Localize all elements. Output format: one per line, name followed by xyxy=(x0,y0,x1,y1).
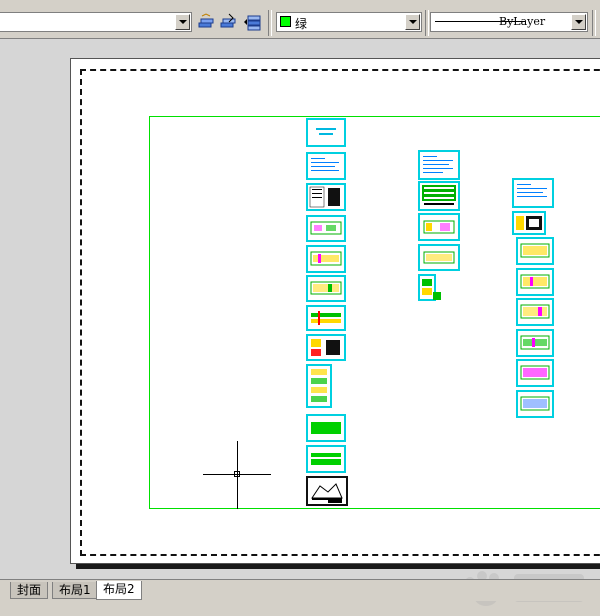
linetype-dropdown[interactable]: ByLayer xyxy=(430,12,588,32)
drawing-sheet[interactable] xyxy=(306,445,346,473)
dropdown-arrow-icon[interactable] xyxy=(405,14,420,30)
drawing-sheet[interactable] xyxy=(306,275,346,302)
color-swatch xyxy=(280,16,291,27)
layer-states-icon[interactable] xyxy=(196,12,216,32)
drawing-sheet[interactable] xyxy=(306,152,346,180)
layer-dropdown[interactable] xyxy=(0,12,192,32)
linetype-value: ByLayer xyxy=(499,15,546,28)
drawing-sheet[interactable] xyxy=(516,268,554,296)
dropdown-arrow-icon[interactable] xyxy=(571,14,586,30)
drawing-sheet[interactable] xyxy=(512,211,546,235)
drawing-sheet[interactable] xyxy=(306,334,346,361)
detail-fragment xyxy=(433,292,441,300)
drawing-sheet[interactable] xyxy=(512,178,554,208)
layer-previous-icon[interactable] xyxy=(242,12,262,32)
toolbar-separator xyxy=(268,10,272,36)
make-layer-current-icon[interactable] xyxy=(219,12,239,32)
layout-tab-bar: 封面 布局1 布局2 xyxy=(0,579,600,601)
crosshair-pickbox xyxy=(234,471,240,477)
drawing-sheet[interactable] xyxy=(516,298,554,326)
drawing-sheet[interactable] xyxy=(306,364,332,408)
tab-cover[interactable]: 封面 xyxy=(10,582,49,599)
drawing-sheet[interactable] xyxy=(418,244,460,271)
toolbar-separator xyxy=(592,10,596,36)
drawing-sheet[interactable] xyxy=(418,213,460,241)
drawing-sheet[interactable] xyxy=(418,181,460,211)
drawing-sheet[interactable] xyxy=(516,359,554,387)
drawing-sheet[interactable] xyxy=(306,476,348,506)
drawing-sheet[interactable] xyxy=(306,215,346,242)
drawing-sheet[interactable] xyxy=(516,237,554,265)
layers-properties-toolbar: 绿 ByLayer xyxy=(0,8,600,39)
drawing-sheet[interactable] xyxy=(306,414,346,442)
tab-layout1[interactable]: 布局1 xyxy=(52,582,98,599)
color-dropdown[interactable]: 绿 xyxy=(276,12,422,32)
drawing-sheet[interactable] xyxy=(516,390,554,418)
drawing-sheet[interactable] xyxy=(306,245,346,273)
toolbar-separator xyxy=(425,10,429,36)
layout-paper xyxy=(70,58,600,564)
drawing-sheet[interactable] xyxy=(516,329,554,357)
layout-viewport[interactable] xyxy=(149,116,600,509)
drawing-sheet[interactable] xyxy=(306,183,346,211)
color-value: 绿 xyxy=(295,17,308,31)
dropdown-arrow-icon[interactable] xyxy=(175,14,190,30)
tab-layout2[interactable]: 布局2 xyxy=(96,581,142,600)
drawing-sheet[interactable] xyxy=(418,150,460,180)
drawing-sheet[interactable] xyxy=(306,118,346,147)
drawing-canvas[interactable] xyxy=(0,39,600,606)
drawing-sheet[interactable] xyxy=(306,305,346,331)
